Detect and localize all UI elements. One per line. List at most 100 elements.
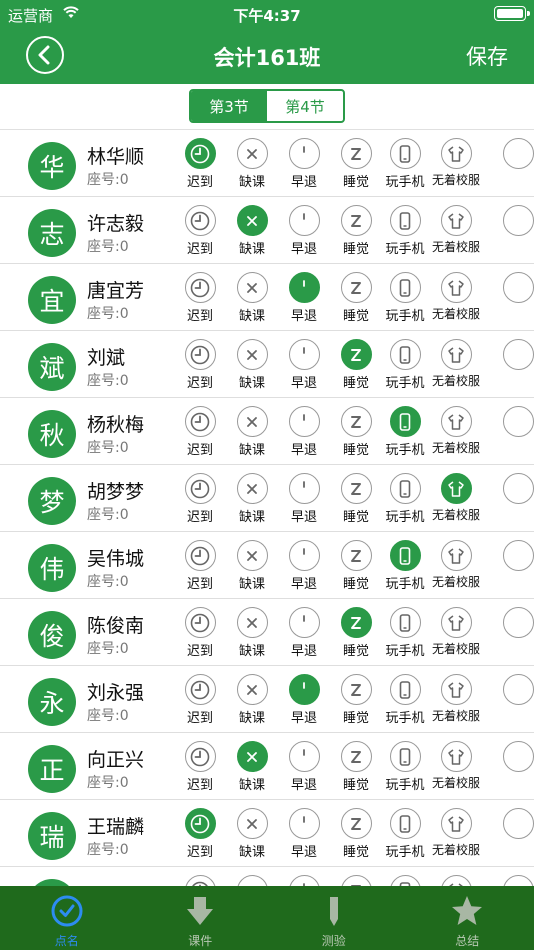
status-option-overflow[interactable] — [503, 406, 534, 458]
tab-star[interactable]: 总结 — [401, 886, 534, 950]
status-option-absent[interactable]: 缺课 — [226, 205, 278, 257]
status-option-overflow[interactable] — [503, 674, 534, 726]
status-option-absent[interactable]: 缺课 — [226, 138, 278, 190]
status-option-overflow[interactable] — [503, 808, 534, 860]
status-option-phone[interactable]: 玩手机 — [379, 674, 431, 726]
status-option-early[interactable]: 早退 — [278, 406, 330, 458]
status-option-sleep[interactable]: 睡觉 — [330, 406, 382, 458]
status-option-late[interactable]: 迟到 — [174, 741, 226, 793]
tab-download-arrow[interactable]: 课件 — [134, 886, 268, 950]
status-option-phone[interactable]: 玩手机 — [379, 205, 431, 257]
status-option-early[interactable]: 早退 — [278, 674, 330, 726]
status-option-overflow[interactable] — [503, 741, 534, 793]
status-option-early[interactable]: 早退 — [278, 473, 330, 525]
status-option-early[interactable]: 早退 — [278, 808, 330, 860]
status-option-phone[interactable]: 玩手机 — [379, 875, 431, 886]
status-option-uniform[interactable]: 无着校服 — [430, 138, 482, 188]
tab-pencil[interactable]: 测验 — [267, 886, 401, 950]
status-option-absent[interactable]: 缺课 — [226, 540, 278, 592]
status-option-overflow[interactable] — [503, 607, 534, 659]
status-option-uniform[interactable]: 无着校服 — [430, 540, 482, 590]
status-option-absent[interactable]: 缺课 — [226, 741, 278, 793]
status-option-late[interactable]: 迟到 — [174, 272, 226, 324]
status-option-late[interactable]: 迟到 — [174, 406, 226, 458]
status-option-early[interactable]: 早退 — [278, 875, 330, 886]
tab-clock-check[interactable]: 点名 — [0, 886, 134, 950]
status-option-sleep[interactable]: 睡觉 — [330, 674, 382, 726]
status-option-sleep[interactable]: 睡觉 — [330, 473, 382, 525]
status-option-early[interactable]: 早退 — [278, 607, 330, 659]
segment-period-3[interactable]: 第3节 — [191, 91, 267, 121]
status-option-early[interactable]: 早退 — [278, 540, 330, 592]
status-option-absent[interactable]: 缺课 — [226, 875, 278, 886]
sleep-z-icon — [340, 741, 372, 772]
status-option-late[interactable]: 迟到 — [174, 875, 226, 886]
status-option-phone[interactable]: 玩手机 — [379, 607, 431, 659]
status-option-absent[interactable]: 缺课 — [226, 808, 278, 860]
status-option-overflow[interactable] — [503, 540, 534, 592]
status-option-early[interactable]: 早退 — [278, 741, 330, 793]
status-option-early[interactable]: 早退 — [278, 272, 330, 324]
student-seat: 座号:0 — [87, 172, 129, 188]
status-option-sleep[interactable]: 睡觉 — [330, 607, 382, 659]
shirt-icon — [440, 607, 472, 638]
status-option-absent[interactable]: 缺课 — [226, 473, 278, 525]
status-option-phone[interactable]: 玩手机 — [379, 540, 431, 592]
status-option-late[interactable]: 迟到 — [174, 808, 226, 860]
student-row: 华林华顺 座号:0 迟到 缺课 早退 睡觉 玩手机 无着校服 — [0, 130, 534, 197]
status-option-phone[interactable]: 玩手机 — [379, 741, 431, 793]
status-option-phone[interactable]: 玩手机 — [379, 808, 431, 860]
status-option-uniform[interactable]: 无着校服 — [430, 473, 482, 523]
status-option-uniform[interactable]: 无着校服 — [430, 808, 482, 858]
status-option-uniform[interactable]: 无着校服 — [430, 875, 482, 886]
status-option-late[interactable]: 迟到 — [174, 540, 226, 592]
status-option-overflow[interactable] — [503, 339, 534, 391]
status-option-overflow[interactable] — [503, 138, 534, 190]
status-option-absent[interactable]: 缺课 — [226, 406, 278, 458]
status-option-overflow[interactable] — [503, 875, 534, 886]
status-option-uniform[interactable]: 无着校服 — [430, 607, 482, 657]
segment-period-4[interactable]: 第4节 — [267, 91, 343, 121]
status-option-overflow[interactable] — [503, 473, 534, 525]
student-name: 向正兴 — [87, 749, 145, 771]
status-option-sleep[interactable]: 睡觉 — [330, 875, 382, 886]
status-option-phone[interactable]: 玩手机 — [379, 138, 431, 190]
student-avatar: 华 — [28, 142, 76, 190]
student-list[interactable]: 华林华顺 座号:0 迟到 缺课 早退 睡觉 玩手机 无着校服志许志毅 座号:0 迟到 缺课 早退 睡觉玩… — [0, 129, 534, 886]
tab-bar: 点名 课件 测验 总结 — [0, 886, 534, 950]
status-option-absent[interactable]: 缺课 — [226, 339, 278, 391]
status-option-early[interactable]: 早退 — [278, 138, 330, 190]
status-option-uniform[interactable]: 无着校服 — [430, 674, 482, 724]
status-option-late[interactable]: 迟到 — [174, 138, 226, 190]
status-option-late[interactable]: 迟到 — [174, 607, 226, 659]
status-option-phone[interactable]: 玩手机 — [379, 272, 431, 324]
status-option-uniform[interactable]: 无着校服 — [430, 272, 482, 322]
status-option-uniform[interactable]: 无着校服 — [430, 741, 482, 791]
status-option-sleep[interactable]: 睡觉 — [330, 808, 382, 860]
status-option-uniform[interactable]: 无着校服 — [430, 339, 482, 389]
status-option-early[interactable]: 早退 — [278, 205, 330, 257]
status-option-sleep[interactable]: 睡觉 — [330, 272, 382, 324]
status-option-phone[interactable]: 玩手机 — [379, 339, 431, 391]
status-option-phone[interactable]: 玩手机 — [379, 473, 431, 525]
status-option-sleep[interactable]: 睡觉 — [330, 339, 382, 391]
status-option-sleep[interactable]: 睡觉 — [330, 138, 382, 190]
status-option-sleep[interactable]: 睡觉 — [330, 540, 382, 592]
status-option-late[interactable]: 迟到 — [174, 339, 226, 391]
status-option-phone[interactable]: 玩手机 — [379, 406, 431, 458]
status-option-sleep[interactable]: 睡觉 — [330, 741, 382, 793]
status-option-late[interactable]: 迟到 — [174, 473, 226, 525]
status-option-absent[interactable]: 缺课 — [226, 607, 278, 659]
status-option-late[interactable]: 迟到 — [174, 205, 226, 257]
status-option-overflow[interactable] — [503, 205, 534, 257]
status-option-uniform[interactable]: 无着校服 — [430, 205, 482, 255]
status-option-absent[interactable]: 缺课 — [226, 272, 278, 324]
status-option-overflow[interactable] — [503, 272, 534, 324]
student-seat: 座号:0 — [87, 373, 129, 389]
status-option-sleep[interactable]: 睡觉 — [330, 205, 382, 257]
status-option-uniform[interactable]: 无着校服 — [430, 406, 482, 456]
save-button[interactable]: 保存 — [466, 41, 508, 71]
status-option-late[interactable]: 迟到 — [174, 674, 226, 726]
status-option-absent[interactable]: 缺课 — [226, 674, 278, 726]
status-option-early[interactable]: 早退 — [278, 339, 330, 391]
